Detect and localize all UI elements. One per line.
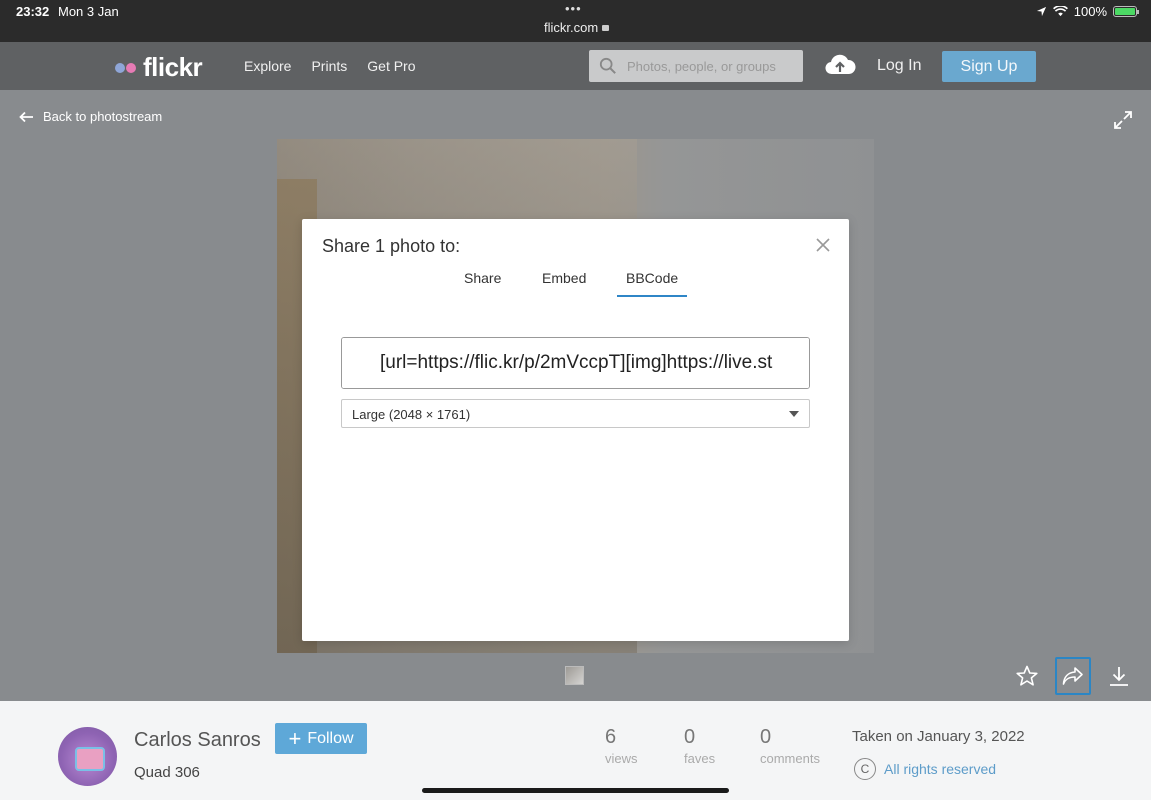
upload-cloud-icon[interactable] — [824, 52, 856, 78]
location-arrow-icon — [1036, 6, 1046, 17]
tab-share[interactable]: Share — [464, 270, 501, 297]
stat-faves-label: faves — [684, 751, 716, 766]
status-icons: 100% — [1036, 4, 1139, 19]
nav-prints[interactable]: Prints — [311, 58, 347, 74]
stat-views-label: views — [605, 751, 638, 766]
size-select[interactable]: Large (2048 × 1761) — [341, 399, 810, 428]
back-to-photostream-link[interactable]: Back to photostream — [19, 109, 162, 124]
group-name[interactable]: Quad 306 — [134, 764, 200, 781]
copyright-icon: C — [854, 758, 876, 780]
stat-comments: 0 comments — [760, 726, 820, 766]
fave-button[interactable] — [1009, 657, 1045, 695]
stat-faves-value: 0 — [684, 726, 696, 748]
home-indicator[interactable] — [422, 788, 729, 793]
bbcode-input[interactable] — [342, 338, 809, 388]
bbcode-field[interactable] — [341, 337, 810, 389]
photo-thumbnail[interactable] — [565, 666, 584, 685]
stat-comments-value: 0 — [760, 726, 772, 748]
ios-status-bar: 23:32 Mon 3 Jan ••• flickr.com 100% — [0, 0, 1151, 42]
search-icon[interactable] — [599, 57, 617, 75]
back-label: Back to photostream — [43, 109, 163, 124]
clock: 23:32 — [16, 4, 50, 19]
nav-get-pro[interactable]: Get Pro — [367, 58, 415, 74]
search-box[interactable] — [589, 50, 803, 82]
author-name[interactable]: Carlos Sanros — [134, 729, 261, 752]
wifi-icon — [1052, 6, 1068, 17]
share-dialog: Share 1 photo to: Share Embed BBCode Lar… — [302, 219, 849, 641]
battery-percent: 100% — [1073, 4, 1107, 19]
dialog-title: Share 1 photo to: — [322, 236, 461, 256]
avatar[interactable] — [58, 727, 117, 786]
download-icon — [1110, 667, 1128, 686]
share-tabs: Share Embed BBCode — [302, 270, 849, 297]
logo-text: flickr — [143, 52, 203, 82]
login-link[interactable]: Log In — [877, 57, 921, 75]
photo-actions — [1009, 657, 1137, 695]
site-header: flickr Explore Prints Get Pro Log In Sig… — [0, 42, 1151, 90]
photo-info: Carlos Sanros Quad 306 + Follow 6 views 0… — [0, 701, 1151, 800]
battery-icon — [1113, 6, 1139, 17]
share-arrow-icon — [1062, 667, 1083, 685]
stat-views-value: 6 — [605, 726, 617, 748]
follow-label: Follow — [307, 729, 354, 747]
expand-icon[interactable] — [1113, 110, 1133, 130]
stat-comments-label: comments — [760, 751, 820, 766]
license-link[interactable]: C All rights reserved — [854, 758, 996, 780]
url-label[interactable]: flickr.com — [544, 20, 610, 35]
taken-date: Taken on January 3, 2022 — [852, 728, 1025, 745]
flickr-logo[interactable]: flickr — [115, 52, 203, 83]
chevron-down-icon — [789, 411, 799, 417]
lock-icon — [602, 25, 610, 31]
stat-views: 6 views — [605, 726, 638, 766]
plus-icon: + — [288, 725, 302, 751]
size-select-value: Large (2048 × 1761) — [352, 407, 471, 422]
license-label: All rights reserved — [884, 761, 997, 777]
tab-bbcode[interactable]: BBCode — [617, 270, 688, 297]
main-nav: Explore Prints Get Pro — [244, 58, 416, 74]
nav-explore[interactable]: Explore — [244, 58, 291, 74]
download-button[interactable] — [1101, 657, 1137, 695]
close-icon[interactable] — [815, 237, 831, 253]
date: Mon 3 Jan — [58, 4, 119, 19]
logo-pink-dot — [126, 62, 136, 73]
logo-blue-dot — [115, 62, 125, 73]
search-input[interactable] — [627, 50, 797, 82]
battery-fill — [1115, 8, 1135, 15]
stat-faves: 0 faves — [684, 726, 715, 766]
tab-embed[interactable]: Embed — [542, 270, 586, 297]
more-dots-icon[interactable]: ••• — [565, 1, 582, 16]
signup-button[interactable]: Sign Up — [942, 51, 1036, 82]
star-icon — [1016, 665, 1038, 686]
follow-button[interactable]: + Follow — [275, 723, 367, 754]
arrow-left-icon — [19, 111, 33, 122]
url-text: flickr.com — [544, 20, 599, 35]
share-button[interactable] — [1055, 657, 1091, 695]
